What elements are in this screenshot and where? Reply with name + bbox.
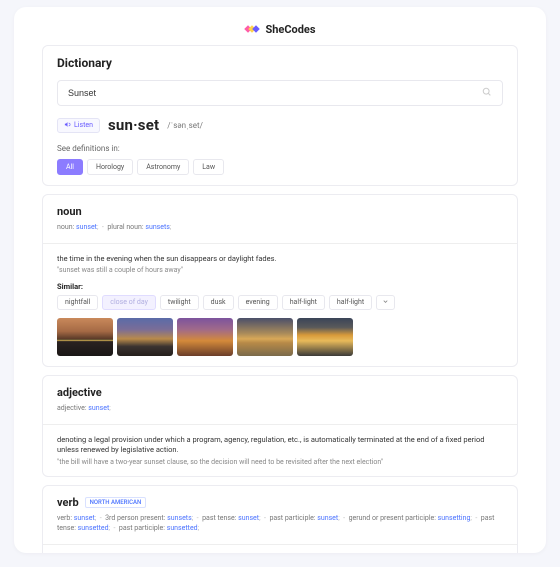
sound-icon [64,121,71,130]
thumbnail-image[interactable] [57,318,113,356]
phonetic: /ˈsənˌset/ [167,121,203,130]
similar-row: nightfall close of day twilight dusk evening… [57,295,503,310]
definition-tabs: AllHorologyAstronomyLaw [57,159,503,175]
example-text: "the bill will have a two-year sunset cl… [57,458,503,466]
word-forms: noun: sunset; - plural noun: sunsets; [57,222,503,233]
listen-button[interactable]: Listen [57,118,100,133]
tab-horology[interactable]: Horology [87,159,133,175]
definition-text: denoting a legal provision under which a… [57,435,503,456]
similar-chip[interactable]: close of day [102,295,156,310]
similar-chip[interactable]: twilight [160,295,199,310]
part-of-speech: verbNORTH AMERICAN [57,496,503,509]
similar-chip[interactable]: nightfall [57,295,98,310]
image-thumbnails [57,318,503,356]
listen-label: Listen [74,121,93,129]
headword: sun·set [108,116,159,134]
part-of-speech: adjective [57,386,503,399]
definition-card-verb: verbNORTH AMERICAN verb: sunset; - 3rd pe… [42,485,518,554]
thumbnail-image[interactable] [297,318,353,356]
app-window: SheCodes Dictionary Listen sun·set /ˈsə [14,7,546,553]
thumbnail-image[interactable] [177,318,233,356]
similar-chip[interactable]: half-light [282,295,325,310]
headword-row: Listen sun·set /ˈsənˌset/ [57,116,503,134]
search-icon[interactable] [482,87,492,100]
thumbnail-image[interactable] [237,318,293,356]
word-forms: verb: sunset; - 3rd person present: suns… [57,513,503,534]
brand-name: SheCodes [265,23,315,36]
tab-all[interactable]: All [57,159,83,175]
definition-card-adjective: adjective adjective: sunset; denoting a le… [42,375,518,477]
region-badge: NORTH AMERICAN [85,497,147,508]
similar-chip[interactable]: evening [238,295,278,310]
chevron-down-icon[interactable] [376,295,395,310]
similar-label: Similar: [57,282,503,291]
tab-law[interactable]: Law [193,159,224,175]
definition-text: the time in the evening when the sun dis… [57,254,503,265]
example-text: "sunset was still a couple of hours away… [57,266,503,274]
brand-header: SheCodes [14,7,546,45]
definition-card-noun: noun noun: sunset; - plural noun: sunsets… [42,194,518,367]
similar-chip[interactable]: half-light [329,295,372,310]
see-definitions-label: See definitions in: [57,144,503,153]
word-forms: adjective: sunset; [57,403,503,414]
header-card: Dictionary Listen sun·set /ˈsənˌset/ See… [42,45,518,186]
search-input[interactable] [68,88,482,98]
page-title: Dictionary [57,56,503,70]
thumbnail-image[interactable] [117,318,173,356]
part-of-speech: noun [57,205,503,218]
similar-chip[interactable]: dusk [203,295,234,310]
tab-astronomy[interactable]: Astronomy [137,159,189,175]
search-box[interactable] [57,80,503,106]
brand-logo-icon [244,21,260,37]
